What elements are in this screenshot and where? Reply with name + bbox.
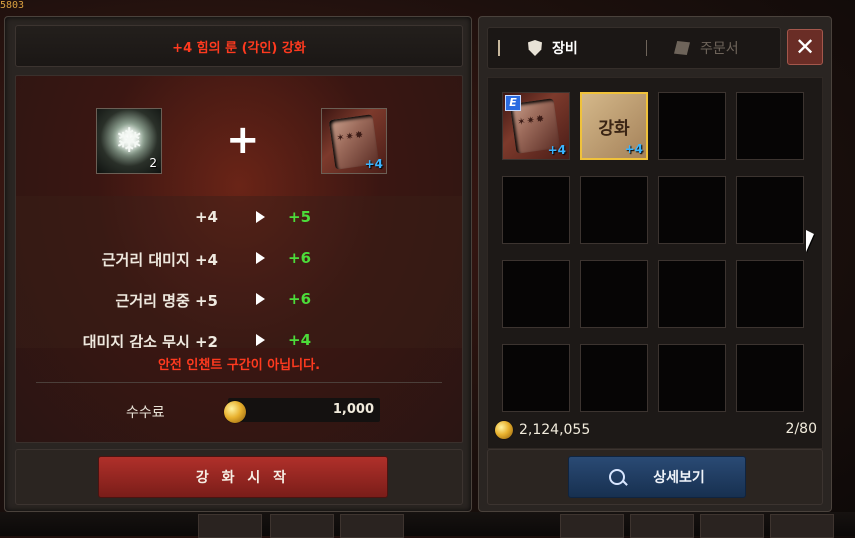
shield-icon <box>528 40 542 56</box>
gold-amount: 2,124,055 <box>519 422 591 438</box>
inventory-slot[interactable] <box>658 176 726 244</box>
stat-row: 대미지 감소 무시 +2 +4 <box>16 319 462 348</box>
divider <box>498 40 500 56</box>
stat-row: +4 +5 <box>16 196 462 237</box>
target-slot[interactable]: +4 <box>321 108 387 174</box>
hotbar-strip <box>0 512 855 538</box>
inventory-slot[interactable] <box>736 92 804 160</box>
tab-label: 장비 <box>552 41 578 57</box>
hotbar-slot[interactable] <box>340 514 404 538</box>
fee-value: 1,000 <box>332 402 374 417</box>
start-enhance-button[interactable]: 강 화 시 작 <box>98 456 388 498</box>
material-count: 2 <box>149 156 157 170</box>
stat-label: +4 <box>194 208 218 226</box>
slot-count: 2/80 <box>785 421 817 437</box>
details-button-label: 상세보기 <box>653 470 705 486</box>
inventory-slot[interactable] <box>658 92 726 160</box>
enhance-content: ❄ 2 + +4 +4 +5 근거리 대미지 +4 +6 근거리 명중 +5 +… <box>15 75 463 443</box>
inventory-slot[interactable]: 강화 +4 <box>580 92 648 160</box>
gold-display: 2,124,055 <box>495 421 590 439</box>
tab-label: 주문서 <box>700 41 739 57</box>
inventory-action-bar: 상세보기 <box>487 449 823 505</box>
hotbar-slot[interactable] <box>770 514 834 538</box>
stat-label: 근거리 명중 +5 <box>115 292 218 310</box>
inventory-slot[interactable] <box>736 176 804 244</box>
details-button[interactable]: 상세보기 <box>568 456 746 498</box>
stat-new-value: +6 <box>288 249 312 267</box>
stat-new-value: +4 <box>288 331 312 348</box>
gold-coin-icon <box>224 401 246 423</box>
stat-row: 근거리 명중 +5 +6 <box>16 278 462 319</box>
arrow-right-icon <box>256 211 265 223</box>
hotbar-slot[interactable] <box>560 514 624 538</box>
inventory-slot[interactable] <box>502 260 570 328</box>
stat-label: 근거리 대미지 +4 <box>101 251 218 269</box>
hotbar-slot[interactable] <box>700 514 764 538</box>
hotbar-slot[interactable] <box>198 514 262 538</box>
inventory-slot[interactable] <box>580 176 648 244</box>
inventory-slot[interactable] <box>502 176 570 244</box>
item-level: +4 <box>547 143 566 157</box>
enhance-panel: +4 힘의 룬 (각인) 강화 ❄ 2 + +4 +4 +5 근거리 대미지 +… <box>4 16 472 512</box>
inventory-slot[interactable] <box>580 344 648 412</box>
inventory-slot[interactable] <box>580 260 648 328</box>
inventory-slot[interactable] <box>502 344 570 412</box>
hotbar-slot[interactable] <box>630 514 694 538</box>
divider <box>646 40 647 56</box>
inventory-grid: E +4 강화 +4 <box>487 77 823 449</box>
inventory-panel: 장비 주문서 ✕ E +4 강화 +4 <box>478 16 832 512</box>
material-slot[interactable]: ❄ 2 <box>96 108 162 174</box>
enhance-action-bar: 강 화 시 작 <box>15 449 463 505</box>
inventory-tabs: 장비 주문서 <box>487 27 781 69</box>
divider <box>36 382 442 383</box>
tab-equipment[interactable]: 장비 <box>528 38 578 58</box>
plus-icon: + <box>226 117 260 163</box>
stat-label: 대미지 감소 무시 +2 <box>82 333 218 348</box>
enhance-title: +4 힘의 룬 (각인) 강화 <box>15 25 463 67</box>
hotbar-slot[interactable] <box>270 514 334 538</box>
inventory-slot[interactable] <box>658 260 726 328</box>
stat-new-value: +5 <box>288 208 312 226</box>
snowflake-icon: ❄ <box>114 121 144 161</box>
inventory-slot[interactable] <box>736 344 804 412</box>
fee-display: 1,000 <box>224 398 380 423</box>
safe-enchant-warning: 안전 인챈트 구간이 아닙니다. <box>157 358 321 373</box>
fee-label: 수수료 <box>126 405 165 421</box>
inventory-slot[interactable]: E +4 <box>502 92 570 160</box>
enchant-scroll-icon: 강화 <box>598 119 630 139</box>
gold-coin-icon <box>495 421 513 439</box>
close-button[interactable]: ✕ <box>787 29 823 65</box>
tab-scrolls[interactable]: 주문서 <box>674 38 739 58</box>
stat-row: 근거리 대미지 +4 +6 <box>16 237 462 278</box>
search-icon <box>609 469 626 485</box>
arrow-right-icon <box>256 334 265 346</box>
stat-list[interactable]: +4 +5 근거리 대미지 +4 +6 근거리 명중 +5 +6 대미지 감소 … <box>16 196 462 348</box>
scroll-icon <box>674 41 690 55</box>
top-counter: 5803 <box>0 0 25 11</box>
arrow-right-icon <box>256 252 265 264</box>
mouse-cursor-icon <box>806 230 814 252</box>
target-level: +4 <box>364 157 383 171</box>
inventory-slot[interactable] <box>736 260 804 328</box>
equipped-badge: E <box>505 95 521 111</box>
stat-new-value: +6 <box>288 290 312 308</box>
item-level: +4 <box>624 142 643 156</box>
inventory-slot[interactable] <box>658 344 726 412</box>
arrow-right-icon <box>256 293 265 305</box>
